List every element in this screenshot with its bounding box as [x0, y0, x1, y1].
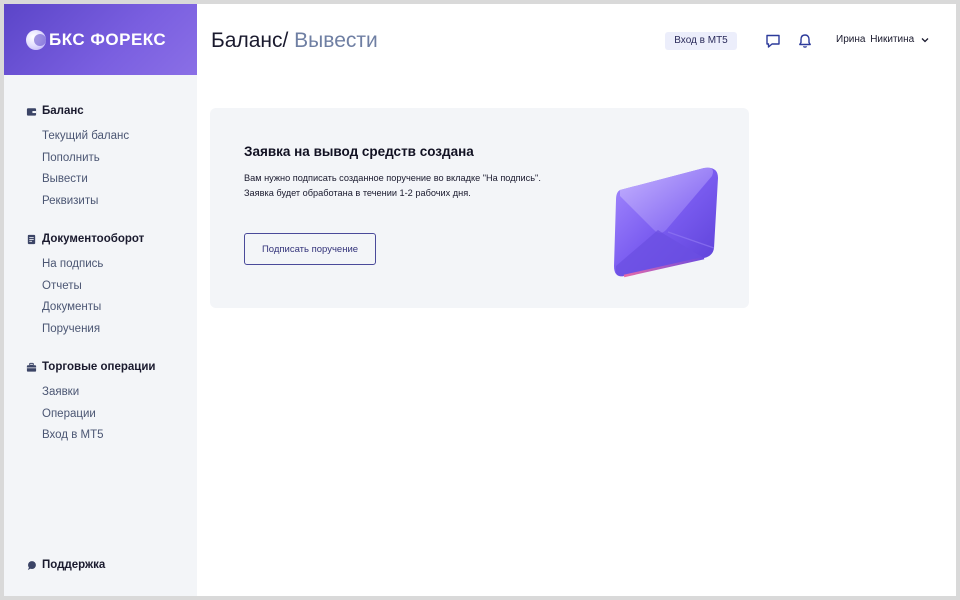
- breadcrumb-current[interactable]: Вывести: [294, 29, 378, 52]
- document-icon: [27, 234, 36, 244]
- mt5-login-button[interactable]: Вход в МТ5: [665, 32, 737, 50]
- wallet-icon: [26, 107, 37, 116]
- support-label: Поддержка: [42, 559, 106, 571]
- nav-head-trading[interactable]: Торговые операции: [26, 358, 191, 376]
- bell-icon: [799, 34, 811, 48]
- card-title: Заявка на вывод средств создана: [244, 144, 474, 159]
- chat-button[interactable]: [764, 32, 782, 50]
- sidebar-item-applications[interactable]: Заявки: [26, 382, 191, 404]
- sidebar-item-orders[interactable]: Поручения: [26, 319, 191, 341]
- brand-logo[interactable]: БКС ФОРЕКС: [4, 4, 197, 75]
- envelope-illustration-icon: [614, 167, 718, 278]
- withdrawal-success-card: Заявка на вывод средств создана Вам нужн…: [210, 108, 749, 308]
- support-chat-icon: [27, 560, 36, 570]
- sidebar-item-to-sign[interactable]: На подпись: [26, 254, 191, 276]
- nav-group-balance: Баланс Текущий баланс Пополнить Вывести …: [26, 102, 191, 212]
- sidebar-item-operations[interactable]: Операции: [26, 404, 191, 426]
- user-name: Ирина Никитина: [836, 34, 915, 45]
- sidebar-item-documents[interactable]: Документы: [26, 297, 191, 319]
- sidebar-item-requisites[interactable]: Реквизиты: [26, 191, 191, 213]
- card-message-line-2: Заявка будет обработана в течении 1-2 ра…: [244, 188, 471, 198]
- support-link[interactable]: Поддержка: [26, 559, 105, 571]
- app-window: БКС ФОРЕКС Баланс Текущий баланс Пополни…: [4, 4, 956, 596]
- sidebar: БКС ФОРЕКС Баланс Текущий баланс Пополни…: [4, 4, 197, 596]
- page-title: Баланс/ Вывести: [211, 29, 378, 53]
- brand-name: БКС ФОРЕКС: [49, 29, 167, 49]
- sidebar-item-current-balance[interactable]: Текущий баланс: [26, 126, 191, 148]
- logo-mark-icon: [26, 29, 46, 50]
- sidebar-item-withdraw[interactable]: Вывести: [26, 169, 191, 191]
- chevron-down-icon: [921, 37, 929, 42]
- briefcase-icon: [26, 362, 37, 372]
- nav-head-documents[interactable]: Документооборот: [26, 230, 191, 248]
- sidebar-item-reports[interactable]: Отчеты: [26, 276, 191, 298]
- sign-order-button[interactable]: Подписать поручение: [244, 233, 376, 265]
- page-title-section: Баланс/: [211, 29, 289, 52]
- nav-head-balance[interactable]: Баланс: [26, 102, 191, 120]
- nav-group-documents: Документооборот На подпись Отчеты Докуме…: [26, 230, 191, 340]
- nav-head-label: Баланс: [42, 105, 84, 117]
- notifications-button[interactable]: [796, 32, 814, 50]
- sidebar-item-mt5-login[interactable]: Вход в МТ5: [26, 425, 191, 447]
- sidebar-item-deposit[interactable]: Пополнить: [26, 148, 191, 170]
- card-message: Вам нужно подписать созданное поручение …: [244, 171, 541, 201]
- nav-head-label: Документооборот: [42, 233, 145, 245]
- sidebar-nav: Баланс Текущий баланс Пополнить Вывести …: [26, 102, 191, 465]
- user-menu[interactable]: Ирина Никитина: [836, 34, 930, 45]
- nav-head-label: Торговые операции: [42, 361, 156, 373]
- nav-group-trading: Торговые операции Заявки Операции Вход в…: [26, 358, 191, 447]
- card-message-line-1: Вам нужно подписать созданное поручение …: [244, 173, 541, 183]
- chat-icon: [766, 34, 780, 48]
